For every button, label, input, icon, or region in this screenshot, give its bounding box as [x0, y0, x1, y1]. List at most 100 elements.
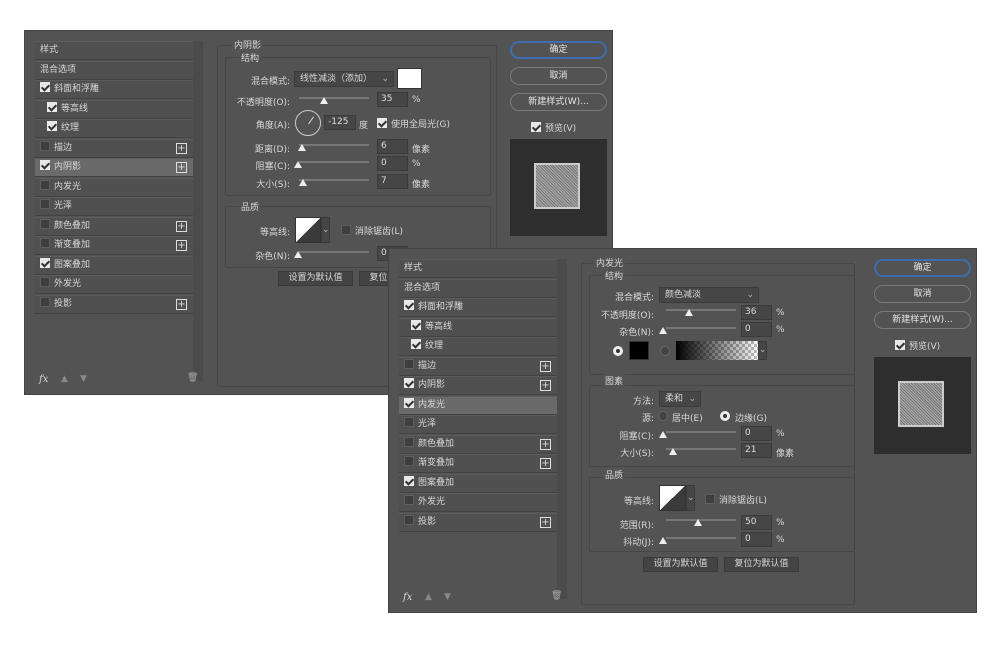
list-item[interactable]: 内发光: [399, 395, 557, 415]
opacity-slider-thumb[interactable]: [685, 309, 693, 316]
size-slider-thumb[interactable]: [669, 448, 677, 455]
new-style-button[interactable]: 新建样式(W)...: [510, 93, 607, 111]
checkbox[interactable]: [404, 514, 414, 525]
noise-slider-track[interactable]: [666, 327, 736, 329]
noise-input[interactable]: 0: [741, 322, 772, 337]
size-input[interactable]: 21: [741, 443, 772, 458]
preview-checkbox[interactable]: 预览(V): [895, 339, 940, 352]
range-input[interactable]: 50: [741, 515, 772, 530]
list-item[interactable]: 内阴影 +: [35, 158, 193, 177]
add-icon[interactable]: +: [540, 380, 551, 391]
size-slider-track[interactable]: [299, 179, 369, 181]
reset-default-button[interactable]: 复位为默认值: [724, 557, 799, 572]
list-scrollbar[interactable]: [193, 41, 203, 381]
source-edge-radio[interactable]: [720, 411, 730, 421]
list-item[interactable]: 光泽: [35, 197, 193, 216]
add-icon[interactable]: +: [176, 240, 187, 251]
gradient-dropdown[interactable]: ⌄: [758, 341, 767, 360]
list-header-styles[interactable]: 样式: [399, 259, 557, 278]
list-item-blend-options[interactable]: 混合选项: [399, 278, 557, 298]
glow-color-swatch[interactable]: [629, 341, 649, 360]
jitter-slider-thumb[interactable]: [659, 537, 667, 544]
checkbox[interactable]: [40, 140, 50, 151]
add-icon[interactable]: +: [176, 142, 187, 154]
list-item[interactable]: 外发光: [35, 275, 193, 294]
opacity-input[interactable]: 36: [741, 305, 772, 320]
checkbox[interactable]: [404, 495, 414, 505]
checkbox[interactable]: [411, 339, 421, 349]
checkbox[interactable]: [40, 160, 50, 170]
distance-slider-thumb[interactable]: [298, 144, 306, 151]
choke-slider-track[interactable]: [666, 431, 736, 433]
add-icon[interactable]: +: [540, 438, 551, 450]
checkbox[interactable]: [47, 121, 57, 131]
list-item[interactable]: 图案叠加: [399, 473, 557, 493]
list-scrollbar[interactable]: [557, 259, 567, 599]
checkbox[interactable]: [404, 456, 414, 466]
add-icon[interactable]: +: [540, 360, 551, 372]
gradient-swatch[interactable]: [676, 341, 758, 360]
list-item[interactable]: 光泽: [399, 415, 557, 434]
new-style-button[interactable]: 新建样式(W)...: [874, 311, 971, 329]
checkbox[interactable]: [40, 277, 50, 287]
list-item[interactable]: 纹理: [399, 337, 557, 356]
cancel-button[interactable]: 取消: [510, 67, 607, 85]
list-item[interactable]: 投影 +: [35, 294, 193, 314]
add-icon[interactable]: +: [540, 516, 551, 528]
size-slider-thumb[interactable]: [299, 179, 307, 186]
checkbox[interactable]: [40, 82, 50, 92]
arrow-down-icon[interactable]: ▼: [444, 592, 451, 602]
contour-dropdown[interactable]: ⌄: [686, 485, 695, 511]
checkbox[interactable]: [531, 122, 541, 132]
ok-button[interactable]: 确定: [510, 41, 607, 59]
choke-slider-thumb[interactable]: [294, 161, 302, 168]
checkbox[interactable]: [47, 101, 57, 112]
list-item[interactable]: 渐变叠加 +: [35, 236, 193, 255]
range-slider-thumb[interactable]: [694, 519, 702, 526]
distance-input[interactable]: 6: [377, 139, 408, 154]
checkbox[interactable]: [40, 179, 50, 190]
source-center-radio[interactable]: [658, 411, 668, 421]
noise-slider-thumb[interactable]: [659, 327, 667, 334]
checkbox[interactable]: [40, 199, 50, 209]
list-item[interactable]: 图案叠加: [35, 255, 193, 275]
opacity-slider-track[interactable]: [299, 97, 369, 99]
distance-slider-track[interactable]: [299, 144, 369, 146]
opacity-slider-thumb[interactable]: [320, 97, 328, 104]
opacity-slider-track[interactable]: [666, 309, 736, 311]
checkbox[interactable]: [341, 225, 351, 235]
list-item[interactable]: 内阴影 +: [399, 376, 557, 395]
add-icon[interactable]: +: [176, 220, 187, 232]
gradient-radio[interactable]: [660, 346, 670, 356]
list-item[interactable]: 内发光: [35, 177, 193, 197]
list-item[interactable]: 等高线: [399, 317, 557, 337]
contour-picker[interactable]: [295, 217, 321, 243]
technique-select[interactable]: 柔和 ⌄: [659, 391, 701, 407]
list-item[interactable]: 渐变叠加 +: [399, 454, 557, 473]
cancel-button[interactable]: 取消: [874, 285, 971, 303]
list-item[interactable]: 颜色叠加 +: [399, 434, 557, 454]
add-icon[interactable]: +: [176, 298, 187, 310]
add-icon[interactable]: +: [176, 162, 187, 173]
arrow-up-icon[interactable]: ▲: [61, 374, 68, 384]
fx-button[interactable]: fx: [403, 592, 412, 603]
checkbox[interactable]: [404, 475, 414, 486]
choke-slider-thumb[interactable]: [659, 431, 667, 438]
checkbox[interactable]: [40, 238, 50, 248]
angle-dial[interactable]: [295, 110, 321, 136]
noise-slider-thumb[interactable]: [294, 251, 302, 258]
blend-mode-select[interactable]: 颜色减淡 ⌄: [659, 287, 759, 303]
make-default-button[interactable]: 设置为默认值: [643, 557, 718, 572]
angle-input[interactable]: -125: [324, 115, 356, 130]
noise-slider-track[interactable]: [299, 251, 369, 253]
checkbox[interactable]: [404, 358, 414, 369]
checkbox[interactable]: [404, 417, 414, 427]
contour-dropdown[interactable]: ⌄: [321, 217, 330, 243]
list-header-styles[interactable]: 样式: [35, 41, 193, 60]
list-item[interactable]: 斜面和浮雕: [35, 80, 193, 99]
jitter-slider-track[interactable]: [666, 537, 736, 539]
preview-checkbox[interactable]: 预览(V): [531, 121, 576, 134]
list-item[interactable]: 投影 +: [399, 512, 557, 532]
anti-alias-checkbox[interactable]: 消除锯齿(L): [705, 493, 767, 506]
checkbox[interactable]: [40, 218, 50, 229]
